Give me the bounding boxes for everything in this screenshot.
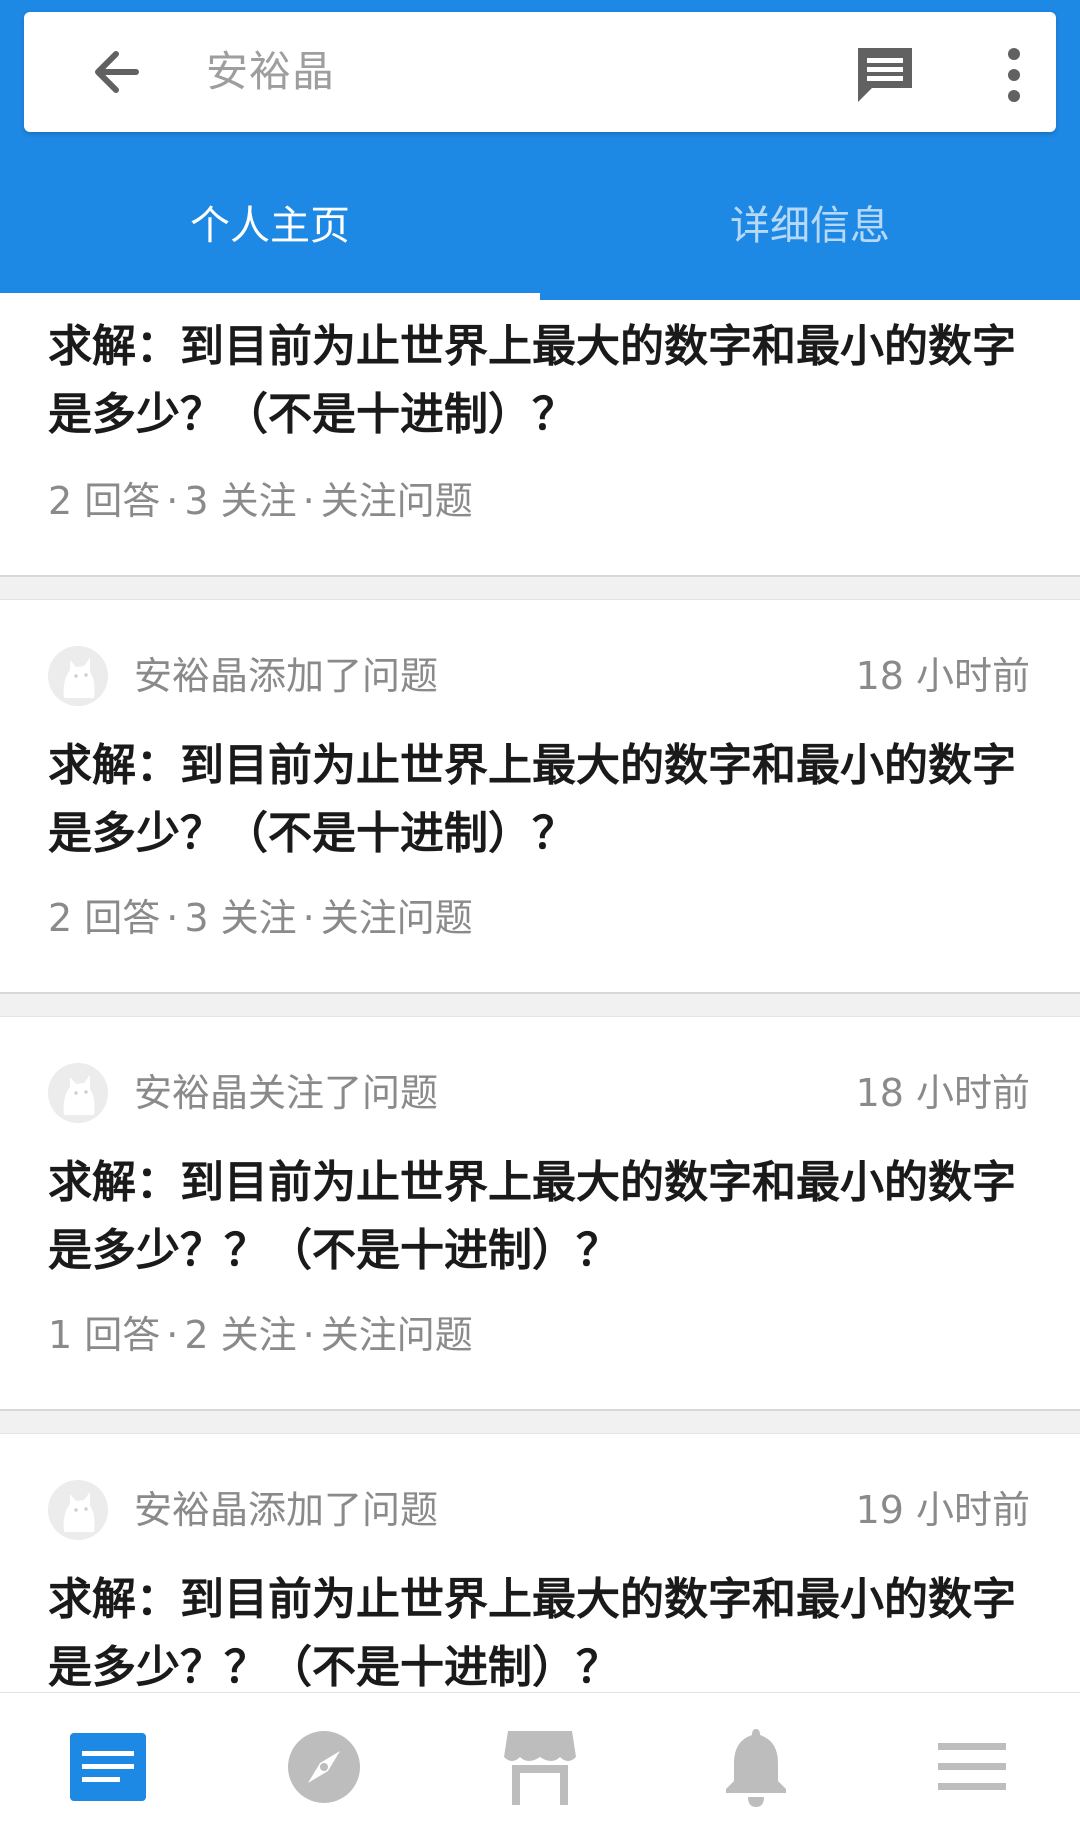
activity-time: 19 小时前 <box>855 1488 1030 1532</box>
question-meta: 2 回答 · 3 关注 · 关注问题 <box>48 477 473 525</box>
question-title[interactable]: 求解：到目前为止世界上最大的数字和最小的数字是多少？（不是十进制）？ <box>48 732 1028 868</box>
back-button[interactable] <box>84 42 156 102</box>
app-bar: 安裕晶 个人主页 详细信息 <box>0 0 1080 300</box>
card-separator <box>0 994 1080 1016</box>
feed-icon <box>70 1733 146 1801</box>
nav-feed[interactable] <box>62 1721 154 1813</box>
activity-actor-text: 安裕晶关注了问题 <box>134 1071 439 1115</box>
question-title[interactable]: 求解：到目前为止世界上最大的数字和最小的数字是多少？？（不是十进制）？ <box>48 1149 1028 1285</box>
answer-count: 1 回答 <box>48 1313 161 1357</box>
active-tab-indicator <box>0 293 540 300</box>
message-icon <box>858 48 912 102</box>
tab-profile-home[interactable]: 个人主页 <box>0 176 540 276</box>
feed-card: 安裕晶添加了问题 18 小时前 求解：到目前为止世界上最大的数字和最小的数字是多… <box>0 599 1080 994</box>
store-icon <box>504 1731 576 1805</box>
notification-bell-icon <box>726 1729 786 1807</box>
menu-icon <box>938 1743 1006 1790</box>
follow-question-link[interactable]: 关注问题 <box>321 479 473 523</box>
back-arrow-icon <box>95 51 139 93</box>
follow-count: 3 关注 <box>184 479 297 523</box>
default-avatar-icon <box>48 1480 108 1540</box>
card-separator <box>0 1411 1080 1433</box>
answer-count: 2 回答 <box>48 896 161 940</box>
nav-explore[interactable] <box>278 1721 370 1813</box>
card-separator <box>0 577 1080 599</box>
avatar[interactable] <box>48 646 108 706</box>
follow-count: 3 关注 <box>184 896 297 940</box>
more-vert-icon <box>1008 48 1020 102</box>
profile-title: 安裕晶 <box>206 47 336 96</box>
messages-button[interactable] <box>852 42 918 108</box>
activity-actor-text: 安裕晶添加了问题 <box>134 654 439 698</box>
question-meta: 1 回答 · 2 关注 · 关注问题 <box>48 1311 473 1359</box>
follow-question-link[interactable]: 关注问题 <box>321 1313 473 1357</box>
nav-notifications[interactable] <box>710 1721 802 1813</box>
avatar[interactable] <box>48 1480 108 1540</box>
meta-separator: · <box>166 479 179 523</box>
explore-compass-icon <box>288 1731 360 1803</box>
question-meta: 2 回答 · 3 关注 · 关注问题 <box>48 894 473 942</box>
tab-details[interactable]: 详细信息 <box>540 176 1080 276</box>
feed-card: 安裕晶关注了问题 18 小时前 求解：到目前为止世界上最大的数字和最小的数字是多… <box>0 1016 1080 1411</box>
meta-separator: · <box>302 479 315 523</box>
nav-menu[interactable] <box>926 1721 1018 1813</box>
meta-separator: · <box>166 896 179 940</box>
avatar[interactable] <box>48 1063 108 1123</box>
activity-time: 18 小时前 <box>855 1071 1030 1115</box>
follow-question-link[interactable]: 关注问题 <box>321 896 473 940</box>
meta-separator: · <box>166 1313 179 1357</box>
bottom-navigation <box>0 1692 1080 1837</box>
answer-count: 2 回答 <box>48 479 161 523</box>
more-options-button[interactable] <box>990 42 1038 108</box>
nav-store[interactable] <box>494 1721 586 1813</box>
activity-actor-text: 安裕晶添加了问题 <box>134 1488 439 1532</box>
activity-time: 18 小时前 <box>855 654 1030 698</box>
default-avatar-icon <box>48 1063 108 1123</box>
meta-separator: · <box>302 896 315 940</box>
default-avatar-icon <box>48 646 108 706</box>
follow-count: 2 关注 <box>184 1313 297 1357</box>
question-title[interactable]: 求解：到目前为止世界上最大的数字和最小的数字是多少？？（不是十进制）？ <box>48 1566 1028 1702</box>
meta-separator: · <box>302 1313 315 1357</box>
question-title[interactable]: 求解：到目前为止世界上最大的数字和最小的数字是多少？（不是十进制）？ <box>48 313 1028 449</box>
search-bar: 安裕晶 <box>24 12 1056 132</box>
